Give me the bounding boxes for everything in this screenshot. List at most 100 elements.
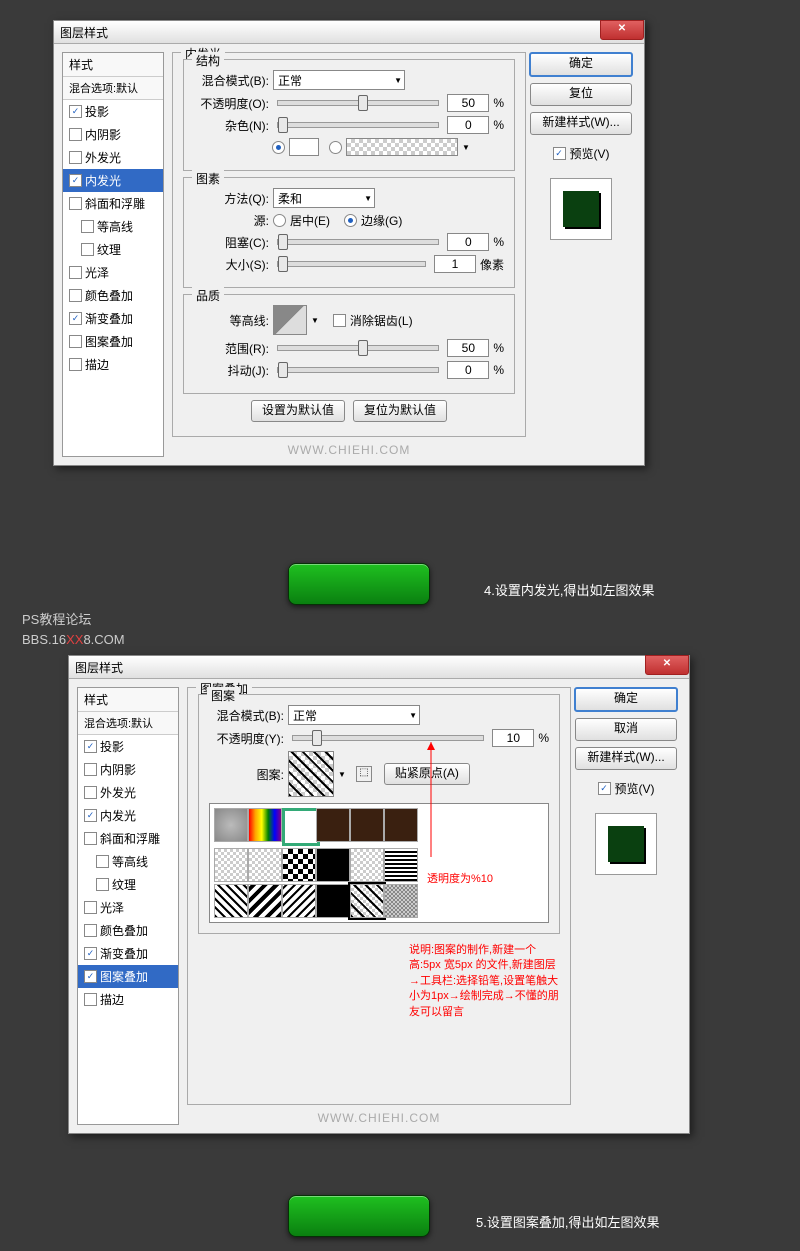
style-checkbox[interactable]: [84, 993, 97, 1006]
blend-options[interactable]: 混合选项:默认: [63, 77, 163, 100]
style-checkbox[interactable]: ✓: [69, 174, 82, 187]
pattern-swatch[interactable]: [316, 848, 350, 882]
method-select[interactable]: 柔和: [273, 188, 375, 208]
pattern-swatch[interactable]: [282, 884, 316, 918]
blend-options[interactable]: 混合选项:默认: [78, 712, 178, 735]
opacity-slider[interactable]: [292, 735, 484, 741]
reset-button[interactable]: 复位: [530, 83, 632, 106]
style-item[interactable]: 纹理: [63, 238, 163, 261]
pattern-swatch[interactable]: [316, 884, 350, 918]
new-style-button[interactable]: 新建样式(W)...: [530, 112, 632, 135]
style-checkbox[interactable]: ✓: [84, 970, 97, 983]
styles-header[interactable]: 样式: [63, 53, 163, 77]
blend-mode-select[interactable]: 正常: [273, 70, 405, 90]
size-slider[interactable]: [277, 261, 426, 267]
pattern-swatch[interactable]: [248, 808, 282, 842]
pattern-swatch[interactable]: [214, 848, 248, 882]
pattern-swatch[interactable]: [248, 884, 282, 918]
style-item[interactable]: 颜色叠加: [78, 919, 178, 942]
style-item[interactable]: 等高线: [78, 850, 178, 873]
choke-slider[interactable]: [277, 239, 439, 245]
range-input[interactable]: 50: [447, 339, 489, 357]
style-item[interactable]: 描边: [78, 988, 178, 1011]
style-item[interactable]: 外发光: [63, 146, 163, 169]
new-preset-icon[interactable]: ⬚: [356, 766, 372, 782]
pattern-swatch[interactable]: [384, 884, 418, 918]
style-item[interactable]: 内阴影: [63, 123, 163, 146]
style-checkbox[interactable]: [84, 901, 97, 914]
choke-input[interactable]: 0: [447, 233, 489, 251]
pattern-picker-dropdown[interactable]: [209, 803, 549, 923]
style-item[interactable]: ✓内发光: [78, 804, 178, 827]
style-checkbox[interactable]: [96, 878, 109, 891]
style-item[interactable]: 外发光: [78, 781, 178, 804]
style-checkbox[interactable]: [84, 924, 97, 937]
style-checkbox[interactable]: ✓: [84, 809, 97, 822]
style-checkbox[interactable]: [96, 855, 109, 868]
source-edge-radio[interactable]: [344, 214, 357, 227]
titlebar[interactable]: 图层样式 ✕: [54, 21, 644, 44]
style-checkbox[interactable]: ✓: [84, 947, 97, 960]
style-item[interactable]: ✓投影: [63, 100, 163, 123]
preview-checkbox[interactable]: ✓: [553, 147, 566, 160]
style-checkbox[interactable]: ✓: [69, 312, 82, 325]
style-checkbox[interactable]: [69, 128, 82, 141]
gradient-swatch[interactable]: [346, 138, 458, 156]
pattern-swatch[interactable]: [350, 808, 384, 842]
chevron-down-icon[interactable]: ▼: [462, 143, 470, 152]
pattern-swatch[interactable]: [384, 808, 418, 842]
jitter-input[interactable]: 0: [447, 361, 489, 379]
chevron-down-icon[interactable]: ▼: [311, 316, 319, 325]
style-item[interactable]: 光泽: [63, 261, 163, 284]
color-radio[interactable]: [272, 141, 285, 154]
style-checkbox[interactable]: [69, 289, 82, 302]
jitter-slider[interactable]: [277, 367, 439, 373]
style-checkbox[interactable]: [84, 786, 97, 799]
blend-mode-select[interactable]: 正常: [288, 705, 420, 725]
pattern-swatch[interactable]: [282, 848, 316, 882]
ok-button[interactable]: 确定: [529, 52, 633, 77]
pattern-swatch[interactable]: [248, 848, 282, 882]
style-item[interactable]: 纹理: [78, 873, 178, 896]
chevron-down-icon[interactable]: ▼: [338, 770, 346, 779]
opacity-slider[interactable]: [277, 100, 439, 106]
ok-button[interactable]: 确定: [574, 687, 678, 712]
style-checkbox[interactable]: ✓: [69, 105, 82, 118]
pattern-swatch[interactable]: [384, 848, 418, 882]
preview-checkbox[interactable]: ✓: [598, 782, 611, 795]
source-center-radio[interactable]: [273, 214, 286, 227]
contour-picker[interactable]: [273, 305, 307, 335]
style-item[interactable]: 描边: [63, 353, 163, 376]
titlebar[interactable]: 图层样式 ✕: [69, 656, 689, 679]
reset-default-button[interactable]: 复位为默认值: [353, 400, 447, 422]
style-checkbox[interactable]: [69, 358, 82, 371]
cancel-button[interactable]: 取消: [575, 718, 677, 741]
gradient-radio[interactable]: [329, 141, 342, 154]
new-style-button[interactable]: 新建样式(W)...: [575, 747, 677, 770]
pattern-swatch[interactable]: [214, 884, 248, 918]
pattern-swatch[interactable]: [282, 808, 320, 846]
style-checkbox[interactable]: [69, 335, 82, 348]
range-slider[interactable]: [277, 345, 439, 351]
style-checkbox[interactable]: [69, 266, 82, 279]
style-checkbox[interactable]: [81, 220, 94, 233]
style-checkbox[interactable]: [84, 832, 97, 845]
style-checkbox[interactable]: [69, 197, 82, 210]
style-item[interactable]: 光泽: [78, 896, 178, 919]
close-button[interactable]: ✕: [600, 20, 644, 40]
style-item[interactable]: 斜面和浮雕: [78, 827, 178, 850]
pattern-swatch[interactable]: [350, 848, 384, 882]
antialias-checkbox[interactable]: [333, 314, 346, 327]
close-button[interactable]: ✕: [645, 655, 689, 675]
style-item[interactable]: 斜面和浮雕: [63, 192, 163, 215]
style-item[interactable]: 颜色叠加: [63, 284, 163, 307]
style-item[interactable]: ✓内发光: [63, 169, 163, 192]
pattern-swatch[interactable]: [350, 884, 384, 918]
style-item[interactable]: ✓渐变叠加: [63, 307, 163, 330]
opacity-input[interactable]: 50: [447, 94, 489, 112]
style-item[interactable]: 图案叠加: [63, 330, 163, 353]
style-checkbox[interactable]: [81, 243, 94, 256]
style-item[interactable]: ✓投影: [78, 735, 178, 758]
style-item[interactable]: 等高线: [63, 215, 163, 238]
size-input[interactable]: 1: [434, 255, 476, 273]
